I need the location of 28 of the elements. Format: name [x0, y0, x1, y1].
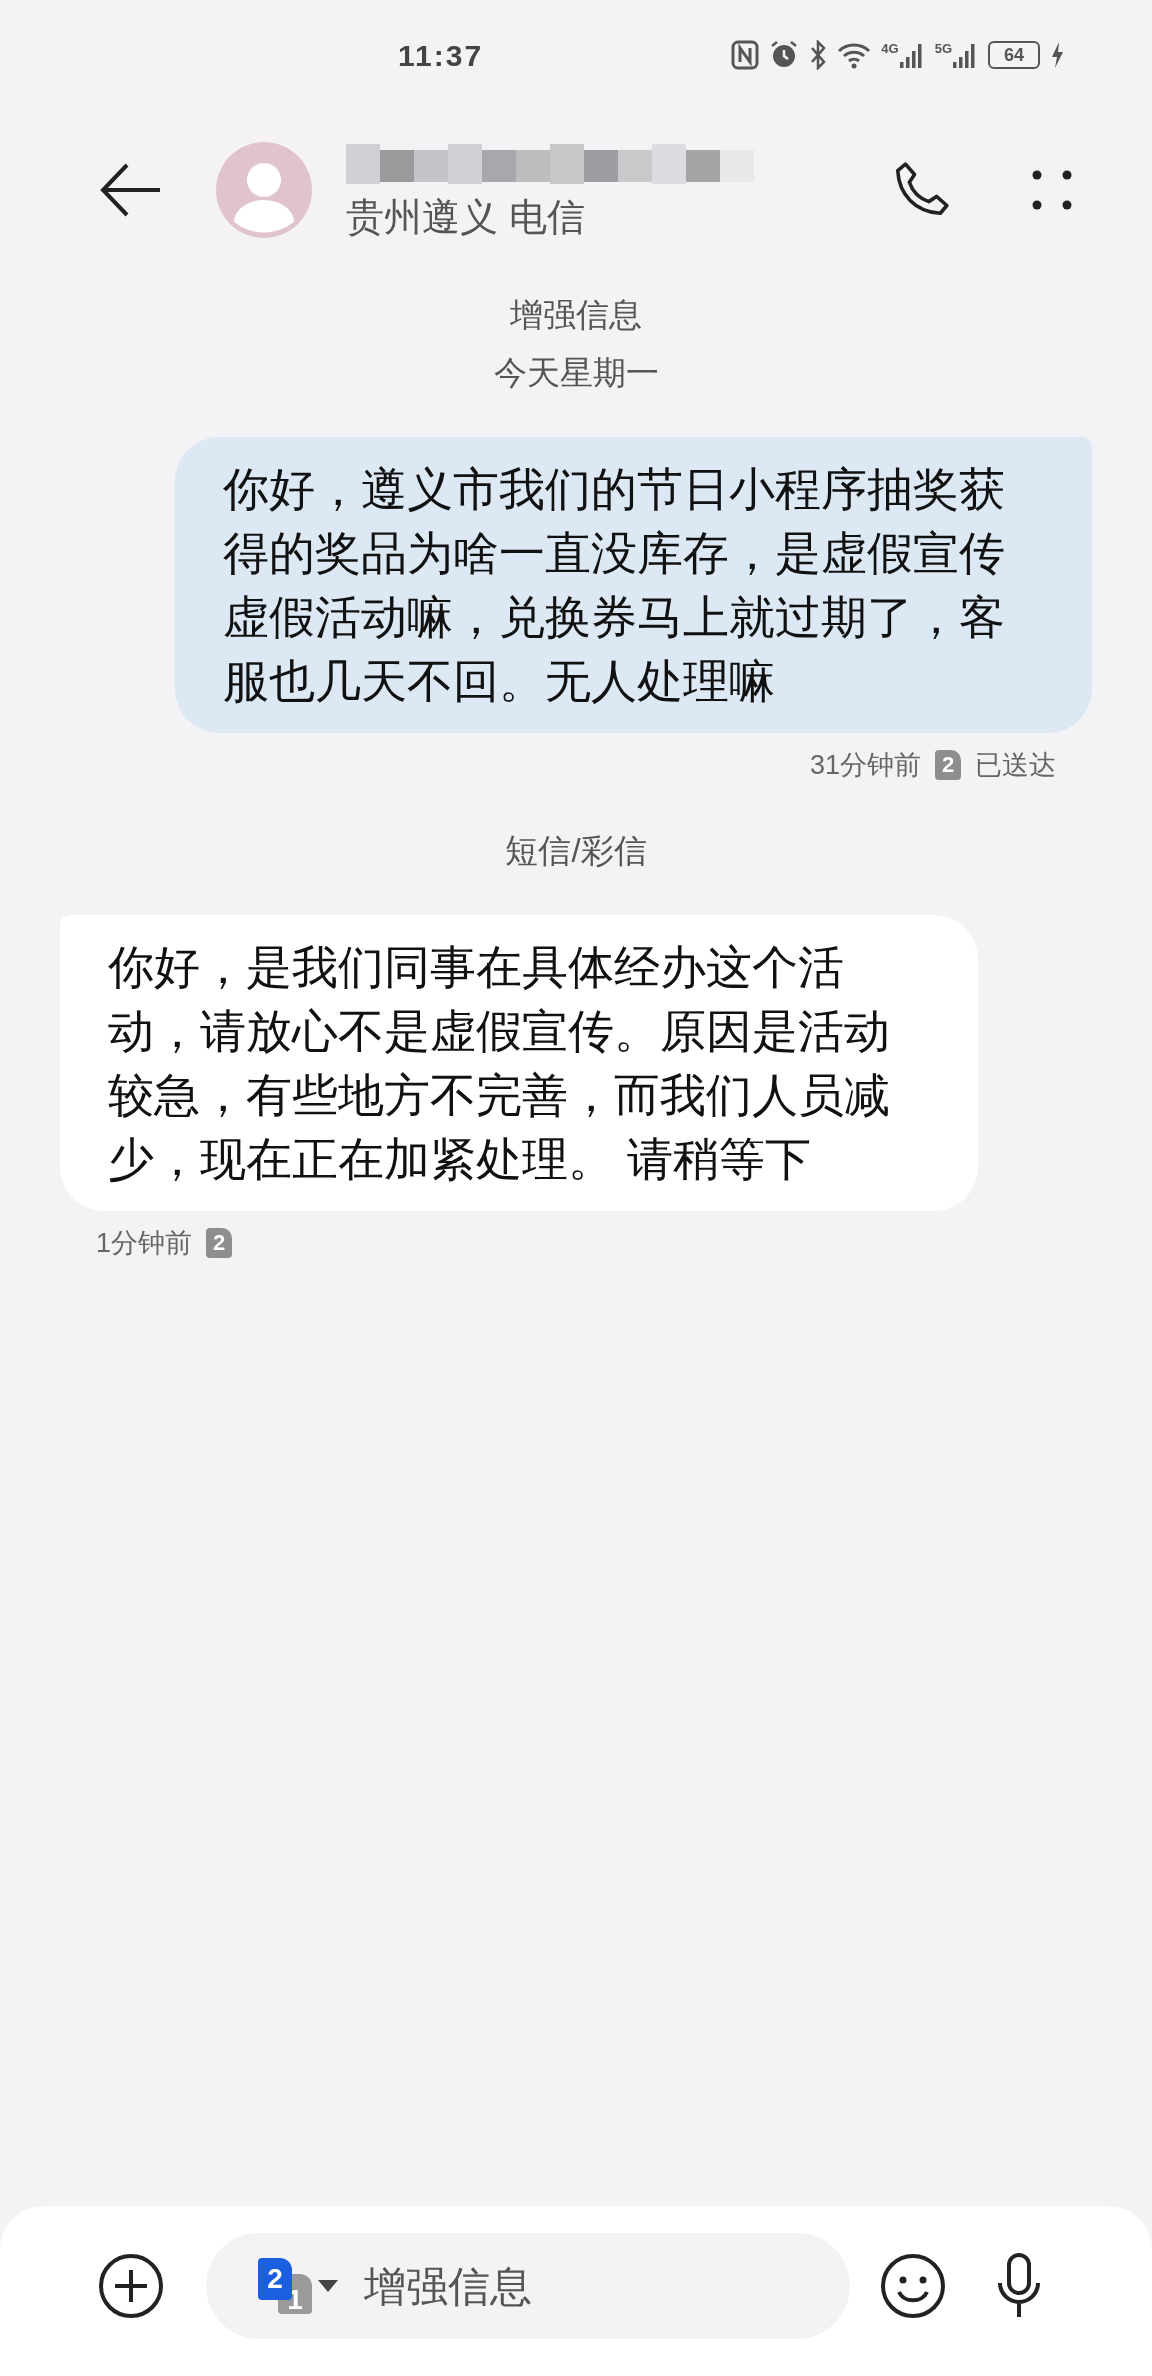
nfc-icon	[731, 40, 760, 70]
add-icon[interactable]	[98, 2253, 164, 2319]
received-message-bubble[interactable]: 你好，是我们同事在具体经办这个活动，请放心不是虚假宣传。原因是活动较急，有些地方不完善，而我们人员减少，现在正在加紧处理。 请稍等下	[60, 915, 978, 1211]
network-type-label: 4G	[881, 42, 899, 55]
signal-icon	[898, 42, 925, 68]
status-time: 11:37	[398, 37, 484, 74]
wifi-icon	[837, 41, 872, 69]
message-time: 31分钟前	[809, 749, 921, 782]
bluetooth-icon	[809, 40, 828, 70]
sim-badge: 2	[206, 1228, 233, 1259]
back-arrow-icon[interactable]	[100, 162, 162, 218]
sent-message-bubble[interactable]: 你好，遵义市我们的节日小程序抽奖获得的奖品为啥一直没库存，是虚假宣传虚假活动嘛，兑换券马上就过期了，客服也几天不回。无人处理嘛	[175, 437, 1092, 733]
charging-icon	[1050, 41, 1064, 69]
microphone-icon[interactable]	[996, 2253, 1042, 2319]
sim-badge: 2	[935, 750, 961, 781]
network-type-label: 5G	[934, 42, 952, 55]
conversation-label: 增强信息	[510, 295, 642, 335]
battery-indicator: 64	[988, 41, 1040, 69]
conversation-label: 今天星期一	[493, 352, 659, 393]
conversation-label: 短信/彩信	[505, 830, 647, 871]
sim-badge: 2	[258, 2258, 292, 2300]
dropdown-caret-icon	[318, 2280, 338, 2292]
contact-subtitle: 贵州遵义 电信	[346, 198, 586, 236]
emoji-icon[interactable]	[880, 2253, 946, 2319]
signal-icon	[952, 42, 978, 68]
more-options-icon[interactable]	[1032, 170, 1072, 210]
delivery-status: 已送达	[975, 749, 1056, 782]
message-time: 1分钟前	[96, 1227, 193, 1260]
